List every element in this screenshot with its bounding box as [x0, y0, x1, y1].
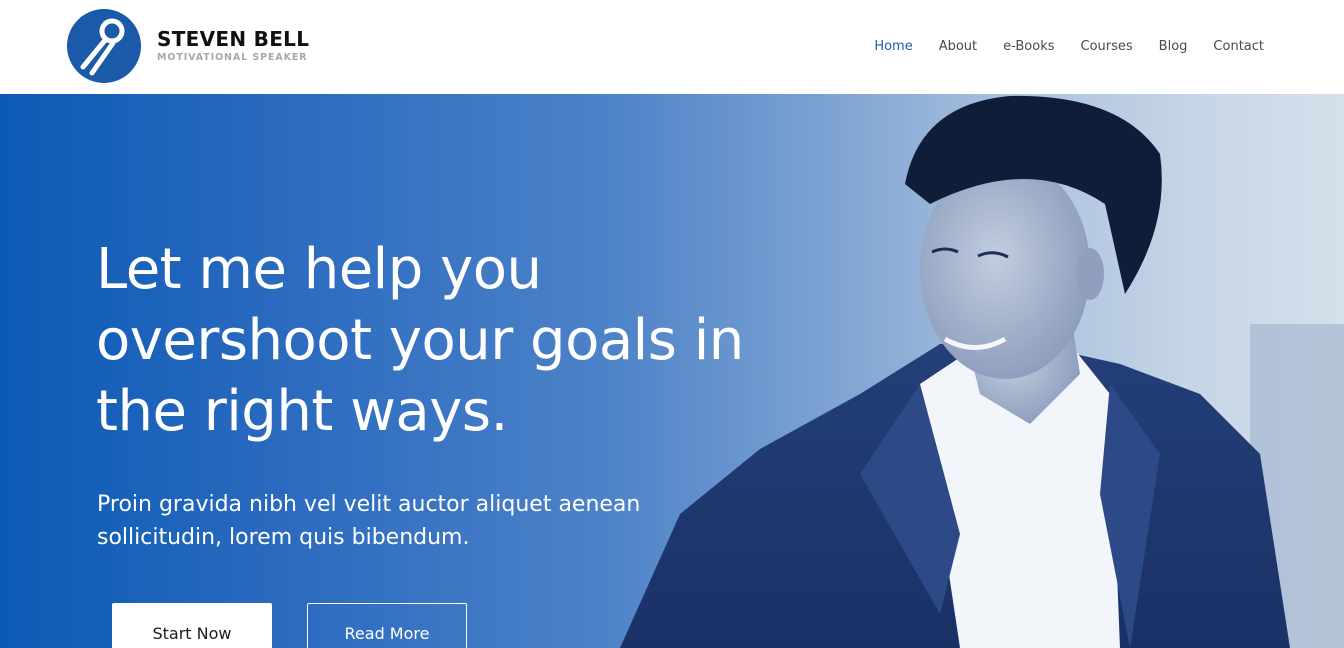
main-nav: Home About e-Books Courses Blog Contact — [874, 38, 1264, 56]
nav-item-courses[interactable]: Courses — [1081, 38, 1133, 56]
hero-subheadline: Proin gravida nibh vel velit auctor aliq… — [97, 492, 641, 550]
start-now-button[interactable]: Start Now — [112, 603, 272, 648]
hero-headline: Let me help you overshoot your goals in … — [96, 237, 744, 444]
site-header: STEVEN BELL MOTIVATIONAL SPEAKER Home Ab… — [0, 0, 1344, 94]
nav-item-blog[interactable]: Blog — [1159, 38, 1188, 56]
nav-item-home[interactable]: Home — [874, 38, 912, 56]
nav-item-about[interactable]: About — [939, 38, 977, 56]
brand-name: STEVEN BELL — [157, 27, 310, 51]
read-more-button[interactable]: Read More — [307, 603, 467, 648]
nav-item-contact[interactable]: Contact — [1213, 38, 1264, 56]
microphone-icon[interactable] — [66, 9, 142, 83]
brand-tagline: MOTIVATIONAL SPEAKER — [157, 52, 308, 63]
brand[interactable]: STEVEN BELL MOTIVATIONAL SPEAKER — [157, 27, 309, 64]
nav-item-ebooks[interactable]: e-Books — [1003, 38, 1054, 56]
hero-section: Let me help you overshoot your goals in … — [0, 94, 1344, 648]
